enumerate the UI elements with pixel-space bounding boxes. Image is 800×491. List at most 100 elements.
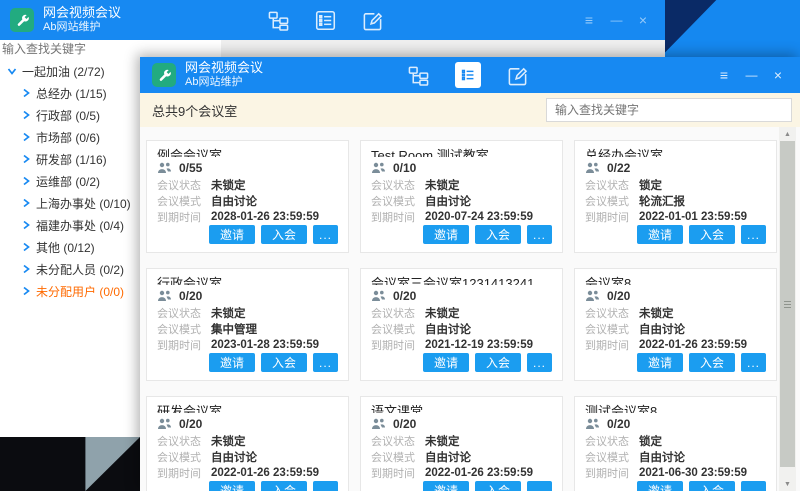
- more-button[interactable]: ...: [527, 481, 552, 491]
- tree-item-label: 上海办事处 (0/10): [36, 195, 131, 212]
- expiry-row: 到期时间 2023-01-28 23:59:59: [157, 337, 338, 353]
- expiry-label: 到期时间: [157, 209, 211, 225]
- close-button[interactable]: ×: [635, 13, 651, 27]
- chevron-right-icon[interactable]: [21, 198, 31, 208]
- invite-button[interactable]: 邀请: [209, 353, 255, 372]
- join-button[interactable]: 入会: [475, 353, 521, 372]
- meeting-list-icon[interactable]: [315, 10, 336, 31]
- join-button[interactable]: 入会: [261, 225, 307, 244]
- join-button[interactable]: 入会: [475, 225, 521, 244]
- room-name: 总经办会议室: [585, 147, 766, 157]
- invite-button[interactable]: 邀请: [209, 225, 255, 244]
- status-row: 会议状态 未锁定: [585, 305, 766, 321]
- sidebar-tree-item[interactable]: 福建办事处 (0/4): [0, 214, 140, 236]
- room-name: 测试会议室8: [585, 403, 766, 413]
- room-list-area: 例会会议室 0/55 会议状态 未锁定 会议模式 自由讨论 到期时间 2028-…: [140, 127, 800, 491]
- scroll-down-icon[interactable]: ▼: [779, 477, 796, 491]
- card-actions: 邀请 入会 ...: [585, 481, 766, 491]
- join-button[interactable]: 入会: [475, 481, 521, 491]
- chevron-right-icon[interactable]: [21, 132, 31, 142]
- org-chart-icon[interactable]: [408, 65, 429, 86]
- invite-button[interactable]: 邀请: [423, 481, 469, 491]
- sidebar-tree-item[interactable]: 其他 (0/12): [0, 236, 140, 258]
- invite-button[interactable]: 邀请: [637, 481, 683, 491]
- chevron-right-icon[interactable]: [21, 110, 31, 120]
- org-chart-icon[interactable]: [268, 10, 289, 31]
- sidebar-tree-item[interactable]: 一起加油 (2/72): [0, 60, 140, 82]
- sidebar-tree-item[interactable]: 运维部 (0/2): [0, 170, 140, 192]
- chevron-right-icon[interactable]: [21, 220, 31, 230]
- chevron-right-icon[interactable]: [21, 264, 31, 274]
- people-icon: [371, 162, 386, 174]
- expiry-row: 到期时间 2022-01-01 23:59:59: [585, 209, 766, 225]
- sidebar-search-input[interactable]: [0, 40, 223, 58]
- chevron-right-icon[interactable]: [21, 88, 31, 98]
- tree-item-label: 其他 (0/12): [36, 239, 95, 256]
- card-actions: 邀请 入会 ...: [371, 353, 552, 372]
- menu-button[interactable]: ≡: [581, 13, 597, 27]
- invite-button[interactable]: 邀请: [423, 353, 469, 372]
- chevron-right-icon[interactable]: [21, 154, 31, 164]
- sidebar-tree-item[interactable]: 未分配人员 (0/2): [0, 258, 140, 280]
- menu-button[interactable]: ≡: [716, 68, 732, 82]
- bg-window-controls: ≡ — ×: [581, 0, 651, 40]
- status-value: 未锁定: [425, 433, 460, 449]
- bg-content-strip: [221, 40, 665, 58]
- more-button[interactable]: ...: [313, 481, 338, 491]
- more-button[interactable]: ...: [313, 353, 338, 372]
- room-name: Test Room 测试教室: [371, 147, 552, 157]
- mode-value: 自由讨论: [211, 449, 257, 465]
- wallpaper-diagonal-slate: [0, 437, 140, 491]
- invite-button[interactable]: 邀请: [637, 353, 683, 372]
- chevron-right-icon[interactable]: [21, 242, 31, 252]
- minimize-button[interactable]: —: [743, 69, 759, 81]
- expiry-value: 2020-07-24 23:59:59: [425, 211, 533, 223]
- join-button[interactable]: 入会: [689, 481, 735, 491]
- sidebar-tree-item[interactable]: 市场部 (0/6): [0, 126, 140, 148]
- more-button[interactable]: ...: [527, 353, 552, 372]
- chevron-right-icon[interactable]: [7, 66, 17, 76]
- scrollbar-thumb[interactable]: [780, 141, 795, 467]
- join-button[interactable]: 入会: [689, 225, 735, 244]
- vertical-scrollbar[interactable]: ▲ ▼: [779, 127, 796, 491]
- sidebar-tree-item[interactable]: 行政部 (0/5): [0, 104, 140, 126]
- invite-button[interactable]: 邀请: [637, 225, 683, 244]
- more-button[interactable]: ...: [741, 481, 766, 491]
- people-icon: [157, 162, 172, 174]
- more-button[interactable]: ...: [527, 225, 552, 244]
- status-row: 会议状态 锁定: [585, 433, 766, 449]
- main-window: 网会视频会议 Ab网站维护 ≡ — × 总共9个会议室: [140, 57, 800, 491]
- sidebar-tree-item[interactable]: 研发部 (1/16): [0, 148, 140, 170]
- sidebar-tree-item[interactable]: 上海办事处 (0/10): [0, 192, 140, 214]
- room-name: 例会会议室: [157, 147, 338, 157]
- invite-button[interactable]: 邀请: [209, 481, 255, 491]
- more-button[interactable]: ...: [313, 225, 338, 244]
- expiry-label: 到期时间: [585, 465, 639, 481]
- scroll-up-icon[interactable]: ▲: [779, 127, 796, 141]
- meeting-list-icon[interactable]: [455, 62, 481, 88]
- more-button[interactable]: ...: [741, 353, 766, 372]
- edit-icon[interactable]: [362, 10, 383, 31]
- edit-icon[interactable]: [507, 65, 528, 86]
- join-button[interactable]: 入会: [689, 353, 735, 372]
- join-button[interactable]: 入会: [261, 353, 307, 372]
- chevron-right-icon[interactable]: [21, 286, 31, 296]
- room-occupancy: 0/22: [607, 161, 630, 175]
- status-row: 会议状态 未锁定: [157, 305, 338, 321]
- mode-row: 会议模式 自由讨论: [371, 193, 552, 209]
- room-search-input[interactable]: [546, 98, 792, 122]
- join-button[interactable]: 入会: [261, 481, 307, 491]
- desktop: 网会视频会议 Ab网站维护 ≡ — ×: [0, 0, 800, 491]
- room-name: 会议室三会议室123141324141三会...: [371, 275, 552, 285]
- more-button[interactable]: ...: [741, 225, 766, 244]
- sidebar-tree: 一起加油 (2/72) 总经办 (1/15) 行政部 (0/5) 市场部 (0/…: [0, 60, 140, 302]
- invite-button[interactable]: 邀请: [423, 225, 469, 244]
- app-subtitle: Ab网站维护: [185, 76, 263, 89]
- sidebar-tree-item[interactable]: 未分配用户 (0/0): [0, 280, 140, 302]
- status-label: 会议状态: [157, 433, 211, 449]
- sidebar-tree-item[interactable]: 总经办 (1/15): [0, 82, 140, 104]
- chevron-right-icon[interactable]: [21, 176, 31, 186]
- minimize-button[interactable]: —: [608, 14, 624, 26]
- close-button[interactable]: ×: [770, 68, 786, 82]
- occupancy-row: 0/20: [585, 289, 766, 303]
